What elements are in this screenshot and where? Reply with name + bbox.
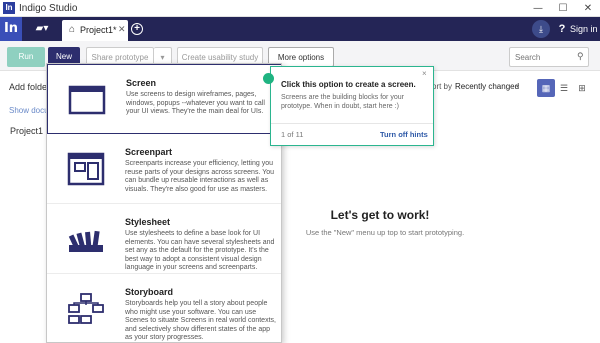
menu-item-title: Screen xyxy=(126,78,157,88)
show-documents-link[interactable]: Show docu xyxy=(9,106,49,115)
nav-bar: In ▰▾ ⌂ Project1* ✕ + ⤓ ? Sign in xyxy=(0,17,600,41)
hint-marker-icon xyxy=(263,73,274,84)
tab-label: Project1* xyxy=(80,25,117,35)
minimize-button[interactable]: — xyxy=(526,0,550,17)
hint-body: Screens are the building blocks for your… xyxy=(281,94,404,110)
hint-tooltip: Click this option to create a screen. Sc… xyxy=(270,66,434,146)
grid-view-icon[interactable]: ▦ xyxy=(537,79,555,97)
tree-view-icon[interactable]: ⊞ xyxy=(573,79,591,97)
new-menu: Screen Use screens to design wireframes,… xyxy=(46,63,282,343)
download-icon[interactable]: ⤓ xyxy=(532,20,550,38)
help-icon[interactable]: ? xyxy=(556,19,568,39)
app-title: Indigo Studio xyxy=(19,3,78,14)
storyboard-icon xyxy=(68,293,104,324)
menu-item-title: Screenpart xyxy=(125,147,173,157)
close-hint-icon[interactable]: × xyxy=(422,69,427,78)
list-view-icon[interactable]: ☰ xyxy=(555,79,573,97)
screenpart-icon xyxy=(67,152,105,186)
home-icon: ⌂ xyxy=(69,24,76,35)
folder-menu-icon[interactable]: ▰▾ xyxy=(28,17,56,41)
app-logo-icon: In xyxy=(3,2,15,14)
add-tab-icon[interactable]: + xyxy=(131,23,143,35)
add-folder-link[interactable]: Add folder xyxy=(9,82,50,92)
run-button[interactable]: Run xyxy=(7,47,45,67)
menu-item-stylesheet[interactable]: Stylesheet Use stylesheets to define a b… xyxy=(47,204,281,274)
hint-counter: 1 of 11 xyxy=(281,130,304,139)
menu-item-title: Stylesheet xyxy=(125,217,171,227)
search-icon[interactable]: ⚲ xyxy=(577,51,584,62)
hint-footer: 1 of 11 Turn off hints xyxy=(271,123,433,145)
maximize-button[interactable]: ☐ xyxy=(551,0,575,17)
turn-off-hints-link[interactable]: Turn off hints xyxy=(380,130,428,139)
menu-item-desc: Use screens to design wireframes, pages,… xyxy=(126,91,265,116)
screen-icon xyxy=(68,85,106,115)
sort-by-label: ort by xyxy=(432,82,453,91)
menu-item-screenpart[interactable]: Screenpart Screenparts increase your eff… xyxy=(47,134,281,204)
project-item[interactable]: Project1 xyxy=(10,126,43,136)
empty-state-subtitle: Use the "New" menu up top to start proto… xyxy=(305,228,465,237)
empty-state-title: Let's get to work! xyxy=(330,208,430,222)
hint-title: Click this option to create a screen. xyxy=(281,80,416,89)
tab-project1[interactable]: ⌂ Project1* ✕ xyxy=(62,20,128,41)
signin-link[interactable]: Sign in xyxy=(570,19,598,39)
menu-item-desc: Storyboards help you tell a story about … xyxy=(125,300,276,342)
stylesheet-icon xyxy=(68,230,103,252)
menu-item-storyboard[interactable]: Storyboard Storyboards help you tell a s… xyxy=(47,274,281,342)
title-bar: In Indigo Studio — ☐ ✕ xyxy=(0,0,600,17)
close-window-button[interactable]: ✕ xyxy=(576,0,600,17)
indigo-logo-icon[interactable]: In xyxy=(0,17,22,41)
sort-value[interactable]: Recently changed xyxy=(455,82,519,91)
menu-item-title: Storyboard xyxy=(125,287,174,297)
menu-item-desc: Screenparts increase your efficiency, le… xyxy=(125,160,275,193)
chevron-down-icon[interactable]: ⌄ xyxy=(514,80,521,89)
menu-item-screen[interactable]: Screen Use screens to design wireframes,… xyxy=(47,64,281,134)
tab-close-icon[interactable]: ✕ xyxy=(118,24,126,35)
menu-item-desc: Use stylesheets to define a base look fo… xyxy=(125,230,275,272)
